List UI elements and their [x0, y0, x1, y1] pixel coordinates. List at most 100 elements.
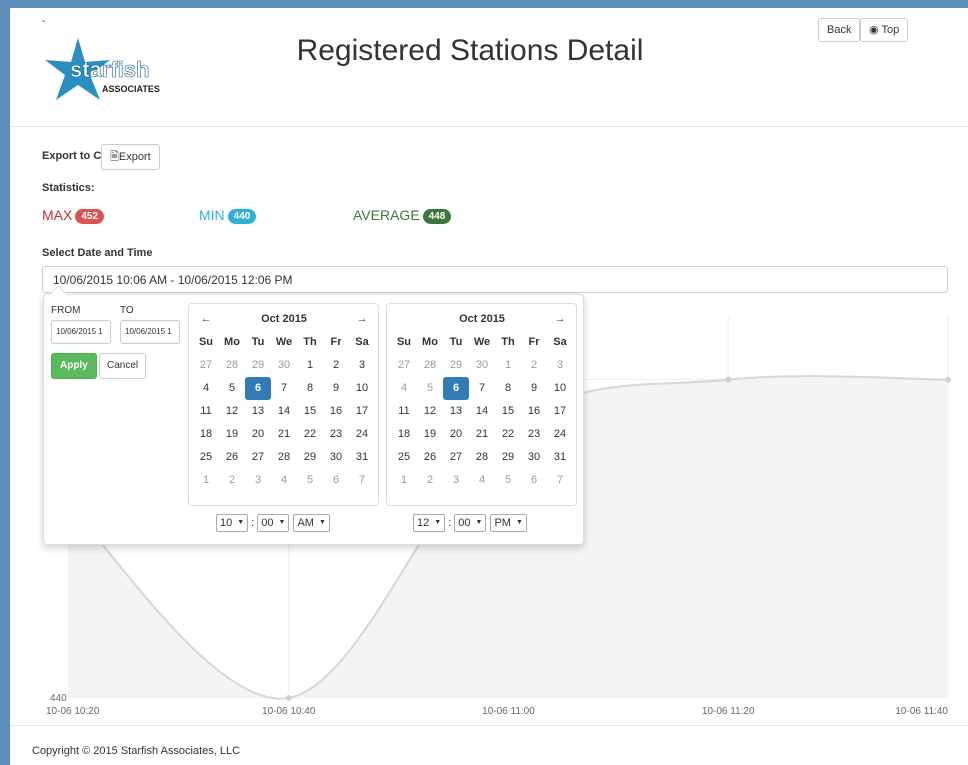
calendar-day[interactable]: 5	[417, 377, 443, 400]
apply-button[interactable]: Apply	[51, 353, 97, 379]
calendar-day[interactable]: 7	[349, 469, 375, 492]
cancel-button[interactable]: Cancel	[99, 353, 147, 379]
calendar-day[interactable]: 22	[495, 423, 521, 446]
calendar-day[interactable]: 24	[349, 423, 375, 446]
calendar-day[interactable]: 31	[349, 446, 375, 469]
calendar-day[interactable]: 18	[193, 423, 219, 446]
calendar-day[interactable]: 6	[443, 377, 469, 400]
calendar-day[interactable]: 3	[349, 354, 375, 377]
calendar-day[interactable]: 29	[495, 446, 521, 469]
date-range-input[interactable]: 10/06/2015 10:06 AM - 10/06/2015 12:06 P…	[42, 266, 948, 293]
calendar-day[interactable]: 13	[245, 400, 271, 423]
calendar-day[interactable]: 5	[219, 377, 245, 400]
calendar-day[interactable]: 17	[547, 400, 573, 423]
calendar-day[interactable]: 8	[297, 377, 323, 400]
calendar-day[interactable]: 10	[547, 377, 573, 400]
calendar-day[interactable]: 1	[297, 354, 323, 377]
calendar-day[interactable]: 1	[391, 469, 417, 492]
calendar-day[interactable]: 3	[443, 469, 469, 492]
to-input[interactable]: 10/06/2015 1	[120, 320, 180, 344]
calendar-day[interactable]: 12	[417, 400, 443, 423]
from-input[interactable]: 10/06/2015 1	[51, 320, 111, 344]
calendar-day[interactable]: 5	[297, 469, 323, 492]
calendar-day[interactable]: 6	[245, 377, 271, 400]
next-month-icon[interactable]: →	[547, 308, 573, 331]
calendar-day[interactable]: 19	[417, 423, 443, 446]
calendar-day[interactable]: 16	[521, 400, 547, 423]
calendar-day[interactable]: 27	[193, 354, 219, 377]
calendar-day[interactable]: 4	[271, 469, 297, 492]
calendar-day[interactable]: 27	[443, 446, 469, 469]
calendar-day[interactable]: 28	[271, 446, 297, 469]
calendar-day[interactable]: 28	[469, 446, 495, 469]
calendar-day[interactable]: 23	[323, 423, 349, 446]
calendar-day[interactable]: 18	[391, 423, 417, 446]
calendar-day[interactable]: 26	[219, 446, 245, 469]
calendar-day[interactable]: 22	[297, 423, 323, 446]
calendar-day[interactable]: 2	[323, 354, 349, 377]
ampm-select[interactable]: AM ▼	[293, 514, 330, 532]
hour-select[interactable]: 12 ▼	[413, 514, 446, 532]
calendar-day[interactable]: 12	[219, 400, 245, 423]
calendar-day[interactable]: 2	[417, 469, 443, 492]
calendar-day[interactable]: 11	[391, 400, 417, 423]
calendar-day[interactable]: 27	[245, 446, 271, 469]
calendar-day[interactable]: 2	[521, 354, 547, 377]
calendar-day[interactable]: 13	[443, 400, 469, 423]
calendar-day[interactable]: 3	[245, 469, 271, 492]
calendar-day[interactable]: 17	[349, 400, 375, 423]
calendar-day[interactable]: 19	[219, 423, 245, 446]
top-button[interactable]: ◉ Top	[860, 18, 909, 42]
calendar-day[interactable]: 16	[323, 400, 349, 423]
calendar-day[interactable]: 4	[469, 469, 495, 492]
calendar-day[interactable]: 24	[547, 423, 573, 446]
calendar-day[interactable]: 5	[495, 469, 521, 492]
calendar-day[interactable]: 28	[417, 354, 443, 377]
calendar-day[interactable]: 6	[521, 469, 547, 492]
export-button[interactable]: 🗎Export	[101, 144, 160, 170]
minute-select[interactable]: 00 ▼	[454, 514, 487, 532]
calendar-day[interactable]: 25	[193, 446, 219, 469]
calendar-day[interactable]: 29	[245, 354, 271, 377]
next-month-icon[interactable]: →	[349, 308, 375, 331]
calendar-day[interactable]: 7	[271, 377, 297, 400]
calendar-day[interactable]: 3	[547, 354, 573, 377]
calendar-day[interactable]: 26	[417, 446, 443, 469]
minute-select[interactable]: 00 ▼	[257, 514, 290, 532]
calendar-day[interactable]: 14	[469, 400, 495, 423]
calendar-day[interactable]: 30	[521, 446, 547, 469]
calendar-day[interactable]: 30	[271, 354, 297, 377]
calendar-day[interactable]: 9	[323, 377, 349, 400]
calendar-day[interactable]: 20	[245, 423, 271, 446]
calendar-day[interactable]: 23	[521, 423, 547, 446]
calendar-day[interactable]: 9	[521, 377, 547, 400]
calendar-day[interactable]: 21	[469, 423, 495, 446]
calendar-day[interactable]: 15	[495, 400, 521, 423]
calendar-day[interactable]: 1	[495, 354, 521, 377]
calendar-day[interactable]: 4	[391, 377, 417, 400]
calendar-day[interactable]: 11	[193, 400, 219, 423]
ampm-select[interactable]: PM ▼	[490, 514, 527, 532]
calendar-day[interactable]: 29	[443, 354, 469, 377]
calendar-day[interactable]: 4	[193, 377, 219, 400]
calendar-day[interactable]: 27	[391, 354, 417, 377]
calendar-day[interactable]: 7	[547, 469, 573, 492]
calendar-day[interactable]: 25	[391, 446, 417, 469]
calendar-day[interactable]: 20	[443, 423, 469, 446]
calendar-day[interactable]: 8	[495, 377, 521, 400]
calendar-day[interactable]: 14	[271, 400, 297, 423]
calendar-day[interactable]: 6	[323, 469, 349, 492]
calendar-day[interactable]: 28	[219, 354, 245, 377]
hour-select[interactable]: 10 ▼	[216, 514, 249, 532]
calendar-day[interactable]: 2	[219, 469, 245, 492]
calendar-day[interactable]: 10	[349, 377, 375, 400]
calendar-day[interactable]: 29	[297, 446, 323, 469]
calendar-day[interactable]: 15	[297, 400, 323, 423]
calendar-day[interactable]: 21	[271, 423, 297, 446]
calendar-day[interactable]: 30	[323, 446, 349, 469]
calendar-day[interactable]: 1	[193, 469, 219, 492]
calendar-day[interactable]: 30	[469, 354, 495, 377]
calendar-day[interactable]: 7	[469, 377, 495, 400]
prev-month-icon[interactable]: ←	[193, 308, 219, 331]
calendar-day[interactable]: 31	[547, 446, 573, 469]
